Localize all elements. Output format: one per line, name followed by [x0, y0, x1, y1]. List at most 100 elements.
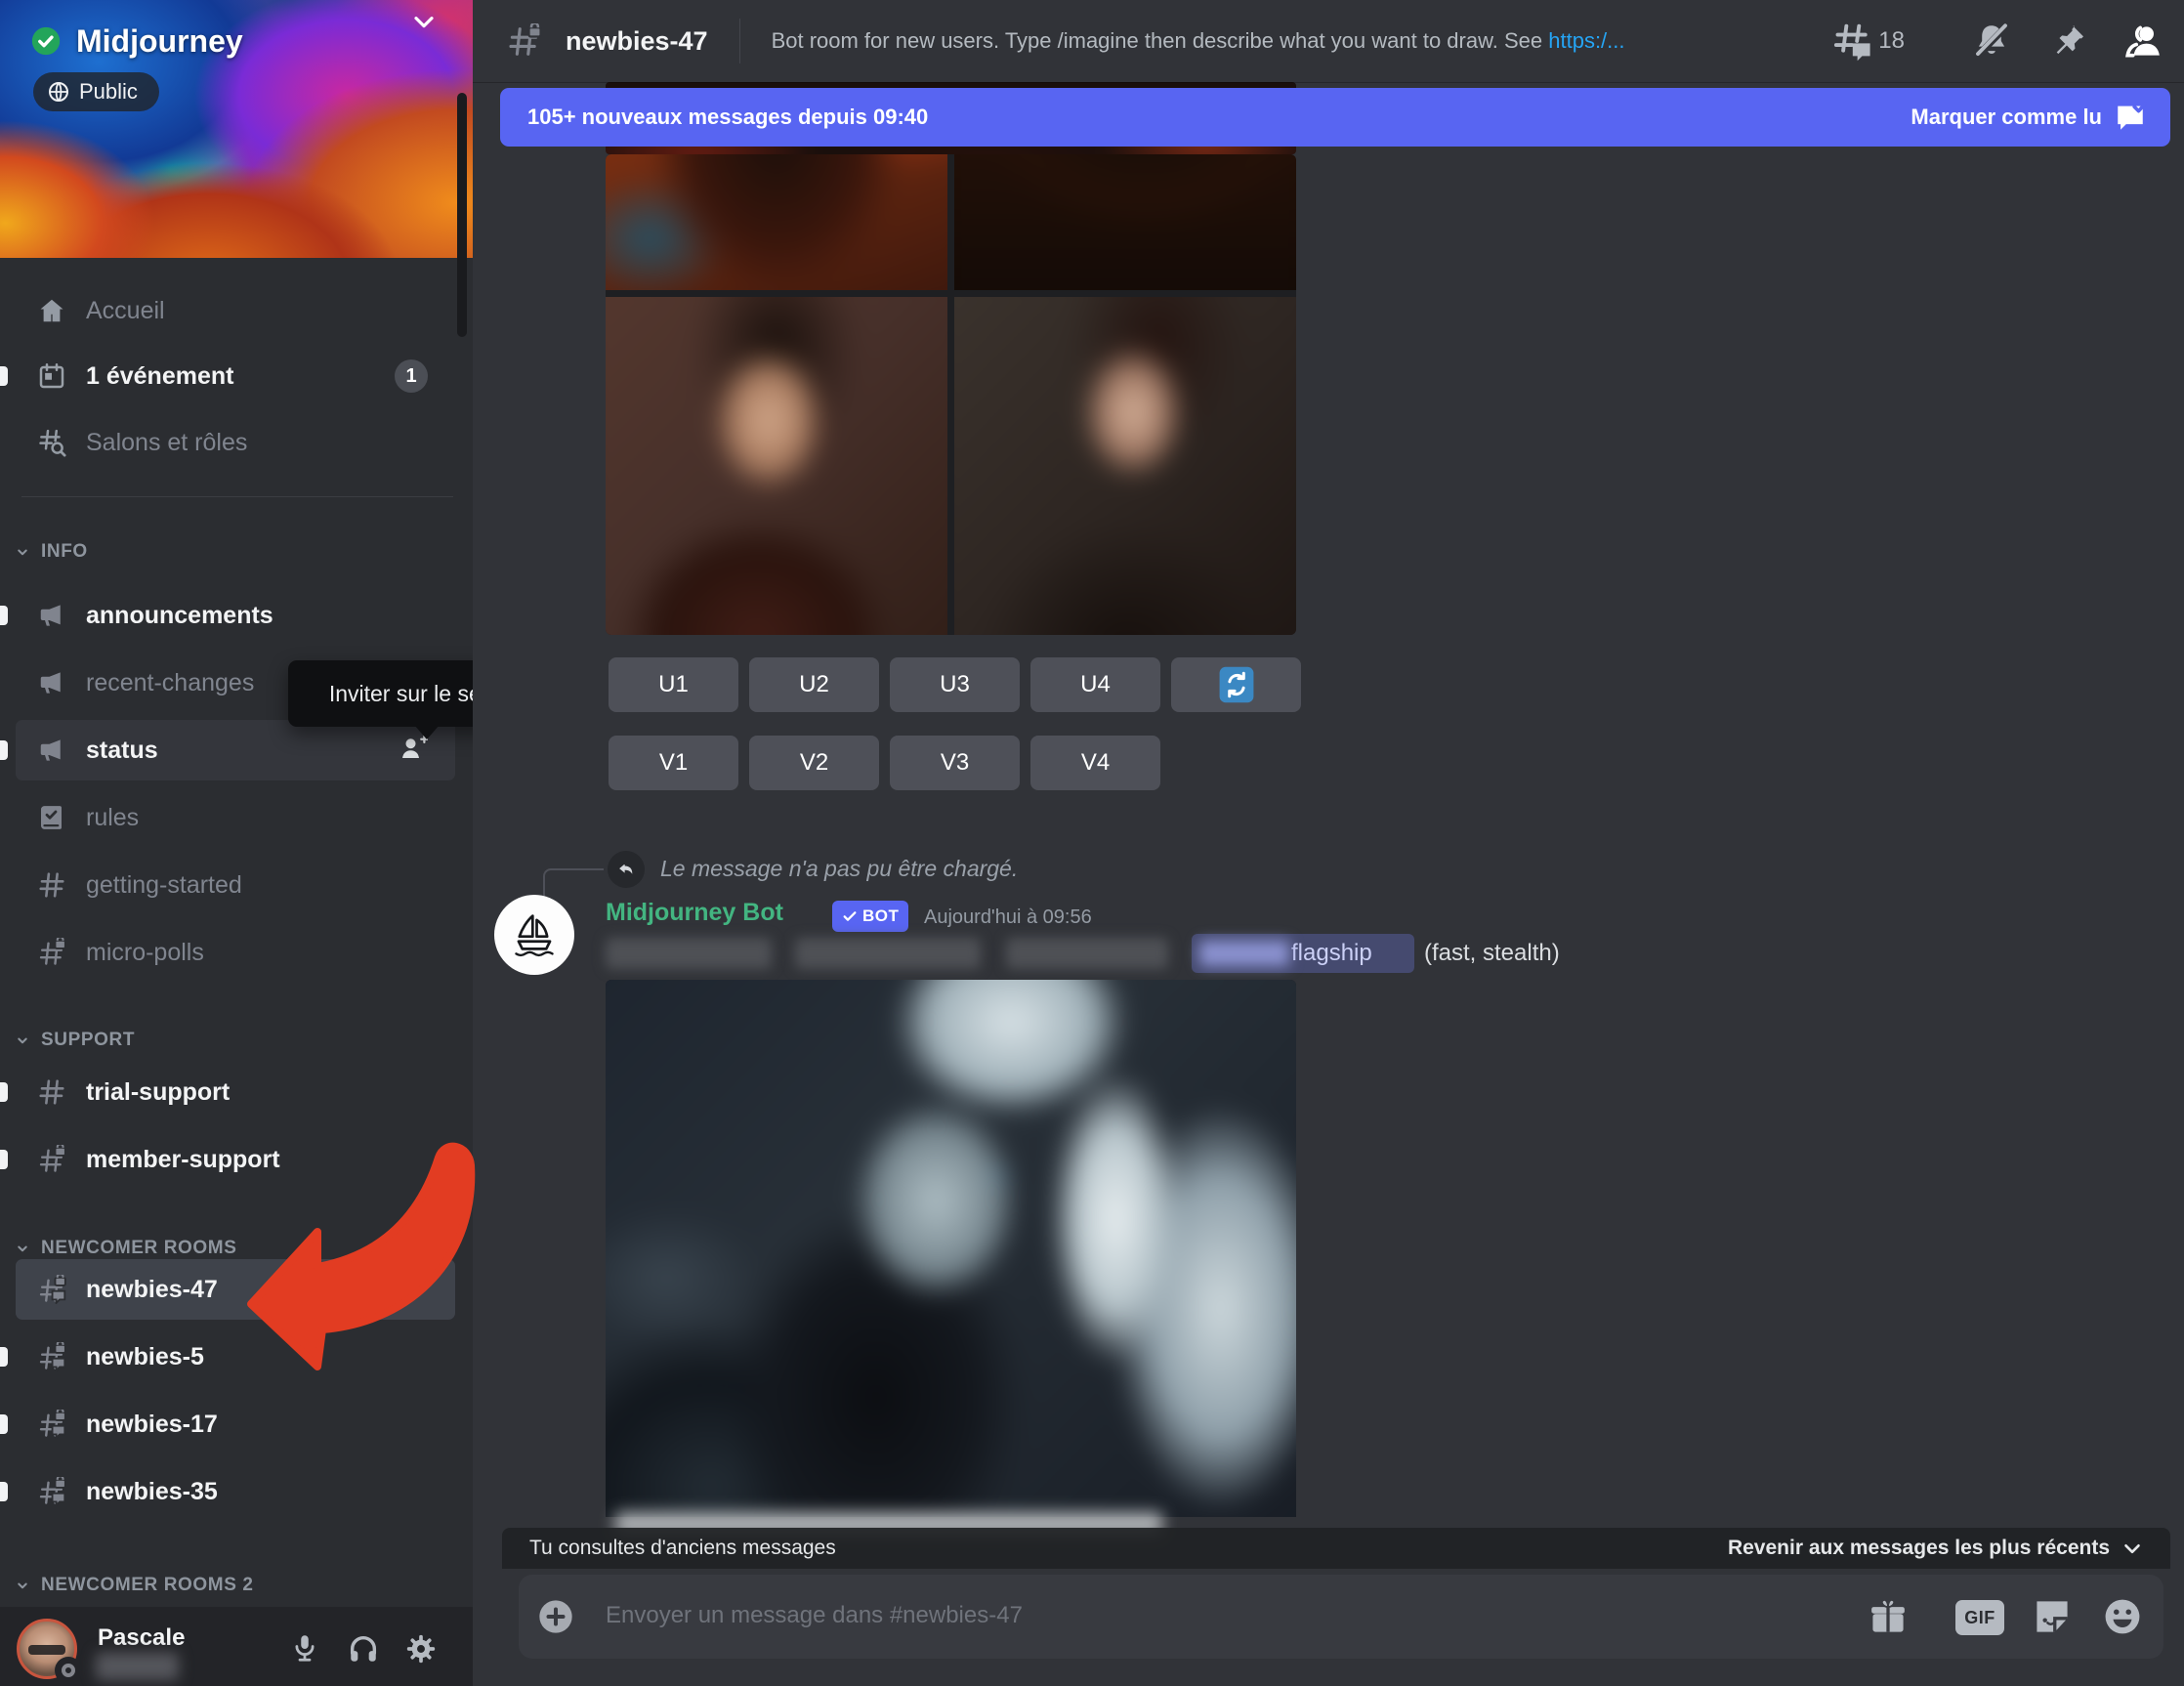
reroll-button[interactable] [1171, 657, 1301, 712]
section-header-support[interactable]: SUPPORT [14, 1024, 443, 1057]
hash-lock-chat-icon [37, 1410, 66, 1439]
rules-icon [37, 803, 66, 832]
refresh-icon [1218, 664, 1255, 705]
sidebar-item-newbies-35[interactable]: newbies-35 [16, 1461, 455, 1522]
verified-badge-icon [29, 24, 63, 58]
midjourney-grid-image[interactable] [606, 154, 1296, 635]
message-check-icon [2114, 101, 2147, 134]
status-indicator [55, 1657, 82, 1684]
channel-label: newbies-17 [86, 1411, 218, 1439]
mark-as-read-button[interactable]: Marquer comme lu [1911, 101, 2147, 134]
channel-label: recent-changes [86, 669, 254, 697]
reply-context-text[interactable]: Le message n'a pas pu être chargé. [660, 856, 1018, 882]
variation-button-v1[interactable]: V1 [609, 736, 738, 790]
blurred-prompt-text [606, 938, 772, 969]
user-mention[interactable]: flagship [1192, 934, 1414, 973]
variation-button-v2[interactable]: V2 [749, 736, 879, 790]
upscale-button-u4[interactable]: U4 [1030, 657, 1160, 712]
gear-icon[interactable] [404, 1632, 438, 1665]
home-icon [37, 296, 66, 325]
blurred-prompt-text [795, 938, 981, 969]
unread-pill [0, 606, 8, 625]
midjourney-bot-avatar[interactable] [494, 895, 574, 975]
variation-button-v3[interactable]: V3 [890, 736, 1020, 790]
section-header-info[interactable]: INFO [14, 535, 443, 569]
blurred-prompt-text [1006, 938, 1168, 969]
gift-icon[interactable] [1867, 1595, 1910, 1638]
channel-label: rules [86, 804, 139, 832]
channel-label: Salons et rôles [86, 429, 247, 457]
member-list-icon[interactable] [2121, 20, 2164, 63]
channel-label: status [86, 737, 158, 765]
message-author[interactable]: Midjourney Bot [606, 899, 783, 927]
reply-arrow-icon [608, 851, 645, 888]
upscale-button-u3[interactable]: U3 [890, 657, 1020, 712]
gif-picker-icon[interactable]: GIF [1955, 1600, 2004, 1635]
channel-topic[interactable]: Bot room for new users. Type /imagine th… [772, 28, 1827, 54]
hash-lock-chat-icon [37, 1342, 66, 1371]
sidebar-item-rules[interactable]: rules [16, 787, 455, 848]
unread-pill [0, 366, 8, 386]
sticker-icon[interactable] [2031, 1595, 2074, 1638]
unread-pill [0, 740, 8, 760]
chevron-down-icon [14, 1032, 31, 1049]
hash-icon [37, 870, 66, 900]
header-divider [739, 19, 740, 63]
sidebar-item-trial-support[interactable]: trial-support [16, 1062, 455, 1122]
sidebar-item-salons-et-rôles[interactable]: Salons et rôles [16, 412, 455, 473]
section-title: SUPPORT [41, 1030, 135, 1051]
attach-plus-icon[interactable] [536, 1597, 575, 1636]
headphones-icon[interactable] [347, 1632, 380, 1665]
old-messages-bar: Tu consultes d'anciens messages Revenir … [502, 1528, 2170, 1569]
server-name: Midjourney [76, 23, 243, 60]
chat-area: newbies-47 Bot room for new users. Type … [473, 0, 2184, 1686]
sidebar-scrollbar[interactable] [457, 93, 467, 337]
section-header-newcomer-rooms-2[interactable]: NEWCOMER ROOMS 2 [14, 1569, 443, 1602]
channel-label: newbies-5 [86, 1343, 204, 1371]
notifications-muted-icon[interactable] [1971, 21, 2012, 62]
hash-lock-chat-icon [37, 1275, 66, 1304]
pinned-messages-icon[interactable] [2049, 21, 2088, 61]
channel-label: 1 événement [86, 362, 233, 391]
emoji-icon[interactable] [2101, 1595, 2144, 1638]
check-icon [842, 908, 858, 924]
topic-link[interactable]: https:/... [1548, 28, 1624, 53]
channel-label: micro-polls [86, 939, 204, 967]
thread-count: 18 [1878, 27, 1905, 55]
server-header[interactable]: Midjourney [29, 20, 449, 63]
sidebar-item-micro-polls[interactable]: micro-polls [16, 922, 455, 983]
upscale-button-u1[interactable]: U1 [609, 657, 738, 712]
sidebar-item-1-événement[interactable]: 1 événement1 [16, 346, 455, 406]
sidebar-item-announcements[interactable]: announcements [16, 585, 455, 646]
sidebar-item-accueil[interactable]: Accueil [16, 280, 455, 341]
unread-pill [0, 1414, 8, 1434]
grid-image-quadrant-3 [606, 297, 947, 635]
grid-image-quadrant-2 [954, 154, 1296, 290]
channel-label: trial-support [86, 1078, 230, 1107]
channel-label: getting-started [86, 871, 242, 900]
threads-icon[interactable]: 18 [1831, 21, 1905, 62]
composer-placeholder[interactable]: Envoyer un message dans #newbies-47 [606, 1602, 1023, 1629]
megaphone-icon [37, 736, 66, 765]
sidebar-item-status[interactable]: status [16, 720, 455, 780]
sidebar-divider [21, 496, 453, 497]
invite-tooltip-caret [414, 725, 440, 739]
public-badge: Public [33, 72, 159, 111]
channel-label: newbies-35 [86, 1478, 218, 1506]
message-timestamp: Aujourd'hui à 09:56 [924, 906, 1092, 929]
microphone-icon[interactable] [290, 1632, 319, 1665]
globe-icon [47, 80, 70, 104]
hash-icon [37, 1077, 66, 1107]
sidebar-item-getting-started[interactable]: getting-started [16, 855, 455, 915]
upscale-button-u2[interactable]: U2 [749, 657, 879, 712]
variation-button-v4[interactable]: V4 [1030, 736, 1160, 790]
new-messages-text: 105+ nouveaux messages depuis 09:40 [527, 105, 928, 130]
section-title: NEWCOMER ROOMS 2 [41, 1575, 254, 1596]
new-messages-banner[interactable]: 105+ nouveaux messages depuis 09:40 Marq… [500, 88, 2170, 147]
old-messages-text: Tu consultes d'anciens messages [529, 1537, 836, 1560]
midjourney-upscaled-image[interactable] [606, 980, 1296, 1517]
message-composer[interactable]: Envoyer un message dans #newbies-47 GIF [519, 1575, 2163, 1659]
jump-to-present-button[interactable]: Revenir aux messages les plus récents [1728, 1536, 2145, 1561]
username: Pascale [98, 1624, 185, 1652]
calendar-icon [37, 361, 66, 391]
